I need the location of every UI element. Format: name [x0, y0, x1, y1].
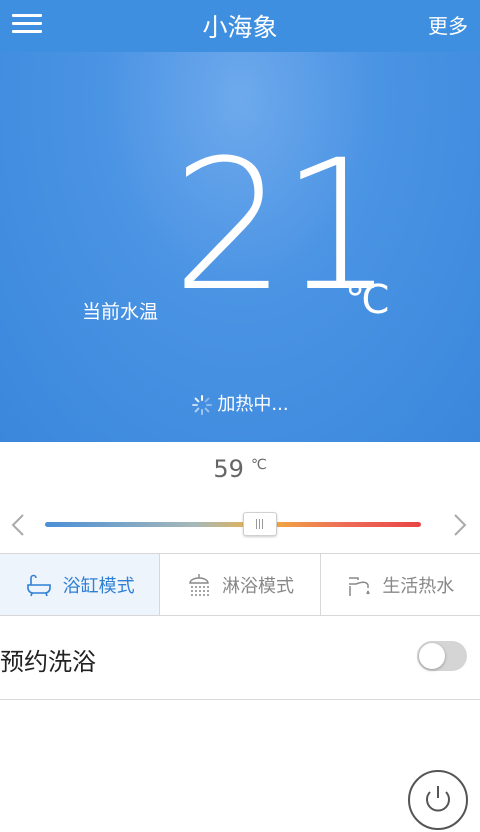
tab-label: 淋浴模式	[221, 575, 294, 597]
tab-label: 浴缸模式	[62, 575, 135, 597]
heating-status-text: 加热中...	[217, 394, 289, 415]
mode-tabs: 浴缸模式 淋浴模式 生活热水	[0, 553, 480, 616]
target-temperature: 59 ℃	[0, 455, 480, 483]
power-button[interactable]	[408, 770, 468, 830]
top-bar: 小海象 更多	[0, 0, 480, 52]
slider-thumb[interactable]	[243, 512, 278, 536]
power-icon	[426, 786, 450, 812]
tab-hot-water[interactable]: 生活热水	[321, 554, 480, 615]
temperature-panel: 当前水温 21 ℃ 加热中...	[0, 52, 480, 442]
target-temp-value: 59	[213, 455, 244, 483]
temperature-slider	[0, 505, 480, 545]
more-button[interactable]: 更多	[428, 10, 468, 39]
toggle-knob	[419, 643, 445, 669]
current-temp-unit: ℃	[345, 277, 390, 323]
tab-shower-mode[interactable]: 淋浴模式	[160, 554, 321, 615]
faucet-icon	[349, 576, 371, 596]
tab-bathtub-mode[interactable]: 浴缸模式	[0, 554, 161, 615]
current-temp-value: 21	[172, 122, 395, 331]
bathtub-icon	[26, 574, 51, 596]
appointment-row: 预约洗浴	[0, 617, 480, 700]
target-temp-unit: ℃	[250, 457, 267, 473]
chevron-right-icon[interactable]	[450, 513, 470, 537]
appointment-label: 预约洗浴	[0, 648, 96, 676]
tab-label: 生活热水	[382, 575, 455, 597]
heating-status: 加热中...	[0, 390, 480, 416]
slider-track[interactable]	[45, 522, 421, 527]
chevron-left-icon[interactable]	[8, 513, 28, 537]
loading-spinner-icon	[192, 395, 213, 415]
shower-icon	[189, 573, 209, 596]
app-title: 小海象	[202, 13, 278, 42]
current-temp-label: 当前水温	[82, 301, 159, 323]
appointment-toggle[interactable]	[417, 641, 467, 671]
